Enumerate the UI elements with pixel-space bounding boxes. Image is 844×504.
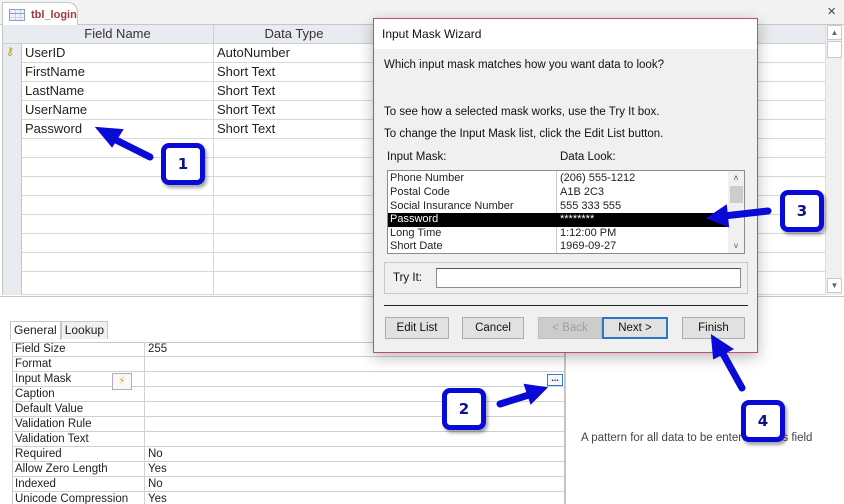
property-row[interactable]: Unicode Compression Yes [12,492,564,504]
smart-tag-lightning-icon[interactable]: ⚡ [112,373,132,390]
pane-divider [565,342,566,504]
field-name-cell[interactable]: UserID [22,44,214,63]
property-row[interactable]: Validation Text [12,432,564,447]
input-mask-list[interactable]: Phone Number (206) 555-1212 Postal Code A1… [387,170,745,254]
callout-3: 3 [780,190,824,232]
row-selector-column[interactable] [3,44,22,295]
property-row[interactable]: Allow Zero Length Yes [12,462,564,477]
property-value[interactable] [145,387,564,402]
property-label: Validation Text [12,432,145,447]
mask-name: Postal Code [390,186,450,198]
tryit-input[interactable] [436,268,741,288]
property-value[interactable]: Yes [145,462,564,477]
mask-list-scrollbar[interactable]: ˄ ˅ [728,171,744,253]
tab-label: tbl_login [31,8,77,21]
field-name-cell[interactable] [22,234,214,253]
dialog-separator [384,305,748,306]
property-label: Unicode Compression [12,492,145,504]
scroll-down-icon[interactable]: ▼ [827,278,842,293]
property-row[interactable]: Format [12,357,564,372]
cancel-button[interactable]: Cancel [462,317,524,339]
callout-2: 2 [442,388,486,430]
mask-list-item[interactable]: Phone Number (206) 555-1212 [388,172,728,186]
tryit-label: Try It: [393,272,422,284]
mask-name: Phone Number [390,172,464,184]
input-mask-field[interactable] [145,372,564,387]
back-button[interactable]: < Back [538,317,602,339]
chevron-down-icon[interactable]: ˅ [728,239,744,253]
tab-lookup[interactable]: Lookup [60,321,109,339]
finish-button[interactable]: Finish [682,317,745,339]
mask-look: 555 333 555 [560,200,622,212]
scroll-thumb[interactable] [827,41,842,58]
header-data-type[interactable]: Data Type [214,25,374,44]
property-row-input-mask[interactable]: Input Mask [12,372,564,387]
property-label: Default Value [12,402,145,417]
mask-name: Long Time [390,227,442,239]
property-value[interactable]: No [145,477,564,492]
column-label-data-look: Data Look: [560,151,616,163]
next-button[interactable]: Next > [602,317,668,339]
mask-list-item[interactable]: Social Insurance Number 555 333 555 [388,200,728,214]
column-label-input-mask: Input Mask: [387,151,447,163]
tryit-group: Try It: [384,262,748,294]
mask-look: (206) 555-1212 [560,172,636,184]
edit-list-button[interactable]: Edit List [385,317,449,339]
mask-list-item[interactable]: Postal Code A1B 2C3 [388,186,728,200]
dialog-title: Input Mask Wizard [374,19,757,49]
mask-name: Social Insurance Number [390,200,514,212]
access-window: tbl_login × Field Name Data Type ⚷ UserI… [0,0,844,504]
input-mask-builder-button[interactable]: ... [547,374,563,386]
table-icon [9,8,25,21]
primary-key-icon: ⚷ [6,46,15,58]
tab-tbl-login[interactable]: tbl_login [2,2,78,26]
scroll-thumb[interactable] [730,186,743,203]
property-value[interactable]: No [145,447,564,462]
mask-list-item[interactable]: Long Time 1:12:00 PM [388,227,728,241]
input-mask-wizard-dialog: Input Mask Wizard Which input mask match… [373,18,758,353]
wizard-hint-tryit: To see how a selected mask works, use th… [384,106,660,118]
property-label: Allow Zero Length [12,462,145,477]
wizard-question: Which input mask matches how you want da… [384,59,664,71]
field-name-cell[interactable]: UserName [22,101,214,120]
wizard-hint-editlist: To change the Input Mask list, click the… [384,128,664,140]
grid-scrollbar[interactable]: ▲ ▼ [825,25,842,295]
mask-look: ******** [560,213,595,225]
property-row[interactable]: Required No [12,447,564,462]
property-value[interactable] [145,432,564,447]
property-value[interactable] [145,402,564,417]
property-value[interactable]: Yes [145,492,564,504]
mask-list-item-selected[interactable]: Password ******** [388,213,728,227]
mask-look: 1:12:00 PM [560,227,617,239]
mask-look: 1969-09-27 [560,240,617,252]
mask-name: Short Date [390,240,443,252]
field-name-cell[interactable] [22,196,214,215]
property-value[interactable] [145,357,564,372]
mask-look: A1B 2C3 [560,186,605,198]
tab-general[interactable]: General [10,321,61,340]
header-field-name[interactable]: Field Name [22,25,214,44]
property-row[interactable]: Indexed No [12,477,564,492]
property-label: Validation Rule [12,417,145,432]
callout-4: 4 [741,400,785,442]
scroll-up-icon[interactable]: ▲ [827,25,842,40]
field-name-cell[interactable] [22,253,214,272]
callout-1: 1 [161,143,205,185]
field-name-cell[interactable]: FirstName [22,63,214,82]
close-icon[interactable]: × [827,3,836,20]
mask-list-item[interactable]: Short Date 1969-09-27 [388,240,728,254]
chevron-up-icon[interactable]: ˄ [728,171,744,185]
property-label: Required [12,447,145,462]
field-name-cell[interactable] [22,215,214,234]
property-label: Field Size [12,342,145,357]
field-name-cell[interactable]: Password [22,120,214,139]
property-label: Format [12,357,145,372]
property-label: Indexed [12,477,145,492]
field-name-cell[interactable] [22,272,214,295]
property-tabs: General Lookup [10,321,109,340]
mask-name: Password [390,213,439,225]
field-name-cell[interactable]: LastName [22,82,214,101]
property-value[interactable] [145,417,564,432]
